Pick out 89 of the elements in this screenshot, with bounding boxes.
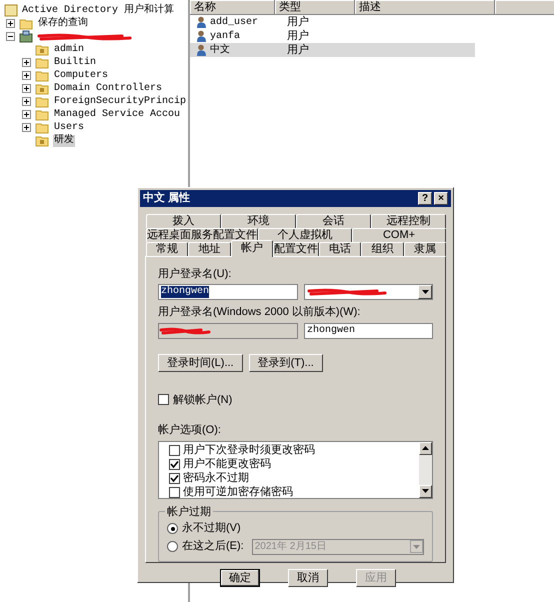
folder-icon	[35, 70, 49, 82]
radio-button[interactable]	[167, 523, 178, 534]
expand-icon[interactable]	[22, 97, 31, 106]
ok-button[interactable]: 确定	[220, 568, 260, 586]
collapse-icon[interactable]	[6, 32, 15, 41]
tab[interactable]: 电话	[318, 242, 362, 256]
tab[interactable]: 帐户	[230, 240, 273, 256]
tab[interactable]: 远程桌面服务配置文件	[146, 228, 258, 242]
tree-item[interactable]: 研发	[53, 134, 75, 146]
logon-name-field[interactable]: zhongwen	[158, 284, 298, 300]
tab[interactable]: 组织	[361, 242, 404, 256]
tab[interactable]: 隶属	[404, 242, 446, 256]
folder-icon	[35, 56, 49, 68]
option-label: 密码永不过期	[183, 470, 249, 486]
legacy-name-field[interactable]: zhongwen	[304, 322, 433, 338]
scroll-down-icon[interactable]	[422, 489, 429, 493]
expand-icon[interactable]	[22, 123, 31, 132]
folder-icon	[35, 122, 49, 134]
tab[interactable]: 配置文件	[272, 242, 319, 256]
expand-icon[interactable]	[22, 84, 31, 93]
column-header[interactable]: 名称	[190, 0, 275, 14]
folder-icon	[35, 108, 49, 120]
directory-icon	[4, 4, 18, 16]
tree-item[interactable]: Computers	[53, 70, 110, 82]
tree-item[interactable]: 保存的查询	[37, 18, 89, 30]
user-name: add_user	[210, 16, 260, 30]
expand-icon[interactable]	[22, 71, 31, 80]
column-header	[495, 0, 554, 14]
user-name: yanfa	[210, 30, 242, 44]
folder-icon	[35, 44, 49, 56]
cancel-button[interactable]: 取消	[288, 568, 328, 586]
option-label: 使用可逆加密存储密码	[183, 484, 293, 500]
folder-icon	[35, 96, 49, 108]
tab[interactable]: 拨入	[146, 214, 221, 228]
option-label: 用户不能更改密码	[183, 456, 271, 472]
tree-item[interactable]: ForeignSecurityPrincip	[53, 96, 188, 108]
checkbox[interactable]	[158, 394, 169, 406]
checkbox-label: 解锁帐户(N)	[173, 392, 232, 408]
checkbox[interactable]	[169, 445, 180, 456]
user-icon	[196, 16, 208, 28]
field-label: 用户登录名(U):	[158, 266, 232, 282]
tab[interactable]: COM+	[352, 228, 446, 242]
column-header[interactable]: 描述	[355, 0, 495, 14]
checkbox[interactable]	[169, 459, 180, 470]
date-picker: 2021年 2月15日	[252, 538, 424, 554]
tree-item[interactable]: Managed Service Accou	[53, 108, 182, 120]
tree-root[interactable]: Active Directory 用户和计算	[22, 2, 174, 18]
scroll-up-icon[interactable]	[422, 446, 429, 450]
column-header[interactable]: 类型	[275, 0, 355, 14]
option-label: 用户下次登录时须更改密码	[183, 442, 315, 458]
field-label: 帐户选项(O):	[158, 422, 222, 438]
dropdown-arrow-icon	[422, 290, 428, 294]
log-on-to-button[interactable]: 登录到(T)...	[248, 354, 323, 372]
radio-button[interactable]	[167, 541, 178, 552]
user-icon	[196, 44, 208, 56]
folder-icon	[19, 18, 33, 30]
scrollbar[interactable]	[419, 442, 432, 498]
redaction-mark	[159, 326, 211, 334]
checkbox[interactable]	[169, 487, 180, 498]
domain-icon	[19, 30, 33, 43]
user-type: 用户	[287, 42, 309, 58]
expand-icon[interactable]	[22, 110, 31, 119]
user-type: 用户	[287, 14, 309, 30]
domain-suffix-dropdown[interactable]	[304, 284, 433, 300]
tab[interactable]: 常规	[146, 242, 188, 256]
folder-icon	[35, 134, 49, 146]
list-row[interactable]: add_user 用户	[190, 15, 475, 29]
radio-label: 在这之后(E):	[182, 538, 244, 554]
logon-hours-button[interactable]: 登录时间(L)...	[158, 354, 243, 372]
radio-label: 永不过期(V)	[182, 520, 241, 536]
list-row[interactable]: yanfa 用户	[190, 29, 475, 43]
tab[interactable]: 地址	[188, 242, 231, 256]
field-label: 用户登录名(Windows 2000 以前版本)(W):	[158, 304, 362, 320]
tab[interactable]: 环境	[221, 214, 296, 228]
user-type: 用户	[287, 28, 309, 44]
dropdown-arrow-icon	[413, 544, 420, 548]
close-button[interactable]: ×	[434, 192, 448, 205]
tab[interactable]: 会话	[296, 214, 371, 228]
folder-icon	[35, 82, 49, 94]
expand-icon[interactable]	[6, 19, 15, 28]
user-name: 中文	[210, 42, 231, 58]
help-button[interactable]: ?	[418, 192, 432, 205]
checkbox[interactable]	[169, 473, 180, 484]
tab[interactable]: 个人虚拟机	[258, 228, 352, 242]
expand-icon[interactable]	[22, 58, 31, 67]
user-icon	[196, 30, 208, 42]
tab[interactable]: 远程控制	[371, 214, 446, 228]
window-title: 中文 属性	[143, 190, 190, 206]
list-row[interactable]: 中文 用户	[190, 43, 475, 57]
